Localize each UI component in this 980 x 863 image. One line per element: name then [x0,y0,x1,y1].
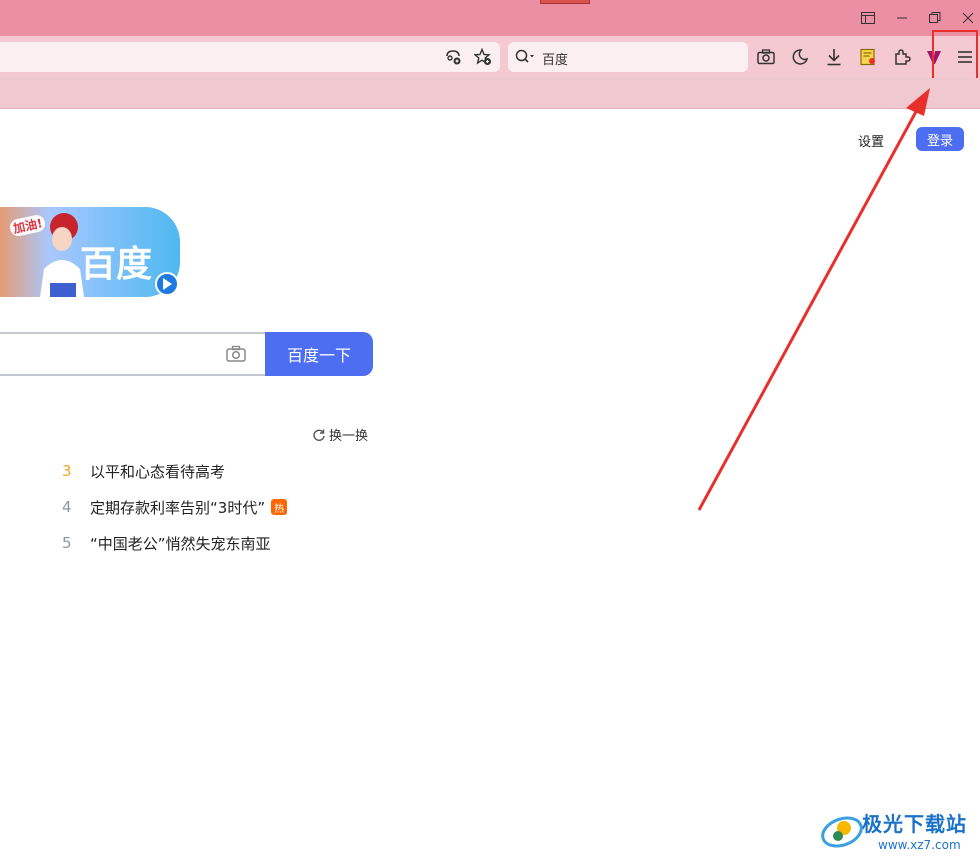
login-button[interactable]: 登录 [916,127,964,151]
watermark-logo-icon [821,816,863,848]
watermark: 极光下载站 www.xz7.com [818,806,978,858]
web-page: 设置 登录 加油! 百度 百度一下 换一换 3 以平和心态看待高考 4 定期存款… [0,109,980,863]
close-icon[interactable] [958,8,978,28]
hot-title[interactable]: 以平和心态看待高考 [90,461,225,482]
hot-badge: 热 [271,499,288,515]
hot-rank: 4 [62,498,72,516]
title-bar [0,0,980,36]
baidu-logo[interactable]: 加油! 百度 [0,207,180,299]
list-item[interactable]: 3 以平和心态看待高考 [62,453,287,489]
active-tab-edge[interactable] [540,0,590,4]
hot-title[interactable]: “中国老公”悄然失宠东南亚 [90,533,271,554]
watermark-url: www.xz7.com [878,838,961,852]
image-search-icon[interactable] [224,342,248,366]
hot-search-list: 3 以平和心态看待高考 4 定期存款利率告别“3时代” 热 5 “中国老公”悄然… [62,453,288,561]
bookmark-bar [0,78,980,109]
extensions-icon[interactable] [891,46,913,68]
star-add-icon[interactable] [472,46,494,68]
hot-rank: 3 [62,462,72,480]
watermark-brand: 极光下载站 [862,812,967,836]
minimize-icon[interactable] [892,8,912,28]
toolbar-search-box[interactable]: 百度 [508,42,748,72]
refresh-hot-list-button[interactable]: 换一换 [312,425,368,444]
refresh-label: 换一换 [329,429,369,444]
list-item[interactable]: 5 “中国老公”悄然失宠东南亚 [62,525,287,561]
camera-icon[interactable] [755,46,777,68]
download-icon[interactable] [823,46,845,68]
list-item[interactable]: 4 定期存款利率告别“3时代” 热 [62,489,288,525]
logo-text: 百度 [80,244,153,285]
translate-icon[interactable] [442,46,464,68]
search-engine-label: 百度 [542,53,569,68]
settings-link[interactable]: 设置 [858,131,884,150]
search-submit-button[interactable]: 百度一下 [265,332,373,376]
restore-icon[interactable] [925,8,945,28]
hot-title[interactable]: 定期存款利率告别“3时代” [90,497,265,518]
sidebar-icon[interactable] [858,8,878,28]
hot-rank: 5 [62,534,72,552]
search-icon[interactable] [514,46,536,68]
notes-icon[interactable] [857,46,879,68]
refresh-icon [313,429,325,441]
night-mode-icon[interactable] [789,46,811,68]
address-bar[interactable] [0,42,500,72]
